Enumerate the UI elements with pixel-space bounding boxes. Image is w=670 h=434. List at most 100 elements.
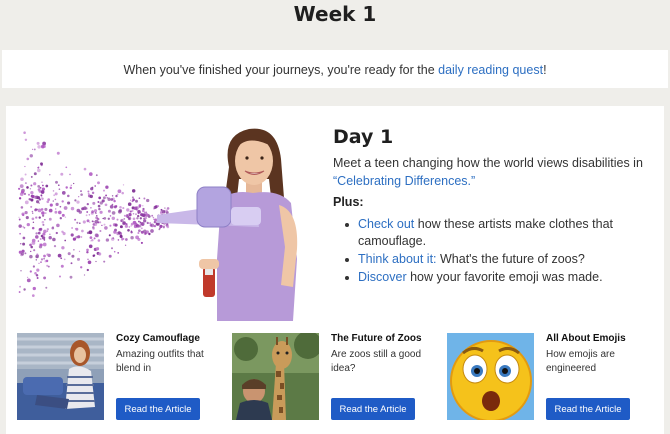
- spray-particle: [94, 233, 99, 238]
- spray-particle: [111, 247, 113, 250]
- spray-particle: [22, 236, 26, 240]
- spray-particle: [74, 218, 77, 221]
- spray-particle: [37, 145, 41, 149]
- article-description: Are zoos still a good idea?: [331, 349, 422, 374]
- spray-particle: [30, 245, 33, 249]
- spray-particle: [35, 235, 39, 239]
- spray-particle: [58, 188, 61, 191]
- boy-and-giraffe-image: [232, 333, 319, 420]
- spray-particle: [88, 214, 91, 216]
- list-item: Discover how your favorite emoji was mad…: [333, 269, 653, 286]
- spray-particle: [78, 210, 82, 214]
- spray-particle: [30, 184, 33, 187]
- spray-particle: [94, 185, 97, 187]
- spray-particle: [29, 198, 32, 201]
- spray-particle: [20, 252, 25, 256]
- spray-particle: [97, 204, 101, 208]
- spray-particle: [101, 224, 103, 227]
- spray-particle: [33, 182, 37, 186]
- spray-particle: [59, 217, 62, 220]
- spray-particle: [42, 184, 44, 187]
- spray-particle: [67, 252, 71, 256]
- spray-particle: [78, 196, 80, 198]
- spray-particle: [110, 198, 114, 201]
- list-item-text: how your favorite emoji was made.: [406, 270, 603, 284]
- spray-particle: [40, 261, 42, 263]
- spray-particle: [117, 231, 121, 235]
- spray-particle: [70, 262, 73, 265]
- spray-particle: [92, 201, 96, 205]
- spray-particle: [65, 166, 68, 169]
- spray-particle: [99, 221, 102, 224]
- spray-particle: [86, 250, 89, 254]
- spray-particle: [18, 291, 21, 293]
- spray-particle: [93, 237, 96, 240]
- spray-particle: [146, 198, 150, 203]
- article-card-all-about-emojis: All About Emojis How emojis are engineer…: [447, 333, 657, 423]
- spray-particle: [163, 211, 165, 213]
- spray-particle: [138, 197, 141, 200]
- spray-particle: [137, 231, 140, 235]
- spray-particle: [80, 266, 83, 269]
- spray-particle: [34, 208, 37, 212]
- spray-particle: [35, 232, 38, 235]
- spray-particle: [95, 174, 98, 177]
- spray-particle: [30, 175, 33, 178]
- celebrating-differences-link[interactable]: “Celebrating Differences.”: [333, 174, 475, 188]
- article-thumbnail[interactable]: [17, 333, 104, 420]
- spray-particle: [33, 172, 37, 176]
- spray-particle: [25, 216, 29, 220]
- spray-particle: [60, 172, 64, 176]
- spray-particle: [86, 248, 89, 252]
- spray-particle: [127, 202, 132, 206]
- spray-particle: [47, 198, 51, 201]
- spray-particle: [48, 208, 53, 213]
- spray-particle: [137, 237, 141, 241]
- spray-particle: [46, 228, 49, 231]
- spray-particle: [42, 214, 45, 217]
- spray-particle: [70, 233, 74, 237]
- spray-particle: [141, 213, 146, 218]
- spray-particle: [104, 203, 108, 207]
- spray-particle: [42, 242, 47, 247]
- spray-particle: [52, 237, 56, 242]
- discover-link[interactable]: Discover: [358, 270, 407, 284]
- article-thumbnail[interactable]: [232, 333, 319, 420]
- banner-text: When you've finished your journeys, you'…: [123, 63, 439, 77]
- spray-particle: [26, 157, 30, 161]
- spray-particle: [47, 265, 50, 268]
- daily-reading-quest-link[interactable]: daily reading quest: [438, 63, 543, 77]
- article-thumbnail[interactable]: [447, 333, 534, 420]
- spray-particle: [54, 210, 58, 214]
- spray-particle: [91, 186, 94, 189]
- spray-particle: [63, 206, 68, 210]
- spray-particle: [137, 220, 140, 223]
- spray-particle: [38, 216, 41, 219]
- spray-particle: [157, 205, 160, 208]
- spray-particle: [24, 200, 29, 205]
- spray-particle: [166, 225, 170, 229]
- spray-particle: [88, 221, 91, 224]
- read-article-button[interactable]: Read the Article: [116, 398, 200, 420]
- spray-particle: [76, 257, 81, 261]
- spray-particle: [95, 216, 99, 220]
- spray-particle: [31, 194, 35, 199]
- spray-particle: [87, 190, 90, 193]
- spray-particle: [37, 166, 40, 169]
- spray-particle: [86, 211, 89, 213]
- girl-spraying-paint-illustration: [18, 128, 298, 321]
- surprised-emoji-image: [447, 333, 534, 420]
- spray-particle: [61, 200, 64, 203]
- spray-particle: [95, 212, 97, 214]
- article-title: Cozy Camouflage: [116, 333, 200, 344]
- read-article-button[interactable]: Read the Article: [546, 398, 630, 420]
- spray-particle: [137, 214, 140, 218]
- check-out-link[interactable]: Check out: [358, 217, 414, 231]
- read-article-button[interactable]: Read the Article: [331, 398, 415, 420]
- spray-particle: [31, 210, 34, 213]
- spray-particle: [56, 223, 60, 228]
- spray-particle: [29, 270, 32, 273]
- spray-particle: [19, 242, 22, 245]
- spray-particle: [117, 239, 120, 241]
- think-about-it-link[interactable]: Think about it:: [358, 252, 437, 266]
